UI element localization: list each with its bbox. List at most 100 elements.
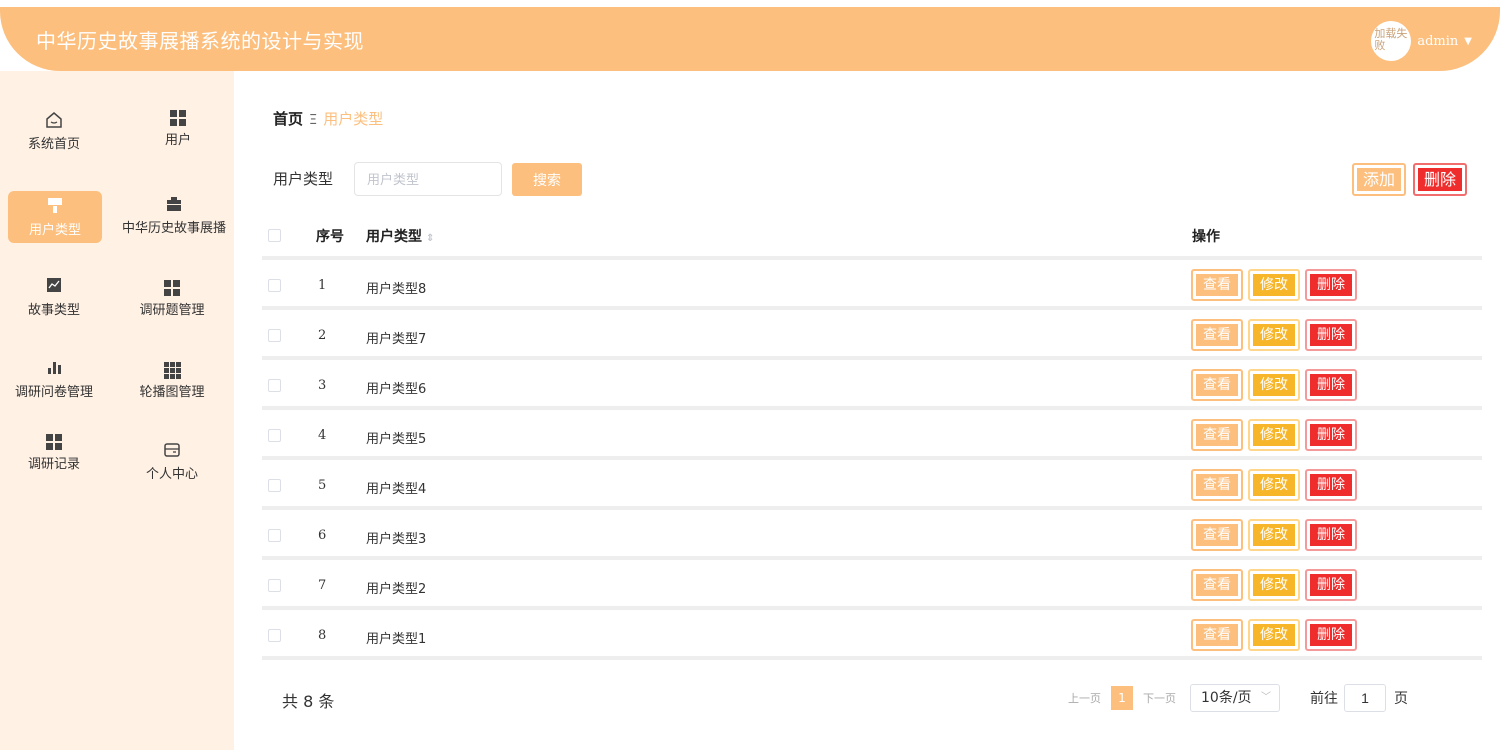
sidebar-item-survey-questions[interactable]: 调研题管理 <box>118 277 226 333</box>
row-actions: 查看 修改 删除 <box>1191 369 1357 401</box>
breadcrumb-separator: Ξ <box>309 113 318 128</box>
table-row: 6 用户类型3 查看 修改 删除 <box>262 510 1482 560</box>
page-size-select[interactable]: 10条/页 ﹀ <box>1190 684 1280 712</box>
edit-button-label: 修改 <box>1253 474 1295 496</box>
breadcrumb-home[interactable]: 首页 <box>273 110 303 128</box>
row-name: 用户类型7 <box>366 332 427 347</box>
table-row: 2 用户类型7 查看 修改 删除 <box>262 310 1482 360</box>
search-label: 用户类型 <box>273 170 334 188</box>
sidebar-item-profile[interactable]: 个人中心 <box>118 441 226 497</box>
edit-button-label: 修改 <box>1253 524 1295 546</box>
row-name: 用户类型8 <box>366 282 427 297</box>
row-actions: 查看 修改 删除 <box>1191 319 1357 351</box>
delete-button-label: 删除 <box>1310 324 1352 346</box>
goto-page-input[interactable] <box>1344 684 1386 712</box>
row-checkbox[interactable] <box>268 429 281 442</box>
row-checkbox[interactable] <box>268 529 281 542</box>
sidebar-item-carousel[interactable]: 轮播图管理 <box>118 359 226 415</box>
view-button[interactable]: 查看 <box>1191 619 1243 651</box>
username[interactable]: admin <box>1417 34 1458 49</box>
delete-button[interactable]: 删除 <box>1305 619 1357 651</box>
edit-button-label: 修改 <box>1253 574 1295 596</box>
edit-button[interactable]: 修改 <box>1248 319 1300 351</box>
edit-button[interactable]: 修改 <box>1248 269 1300 301</box>
delete-button[interactable]: 删除 <box>1305 569 1357 601</box>
edit-button[interactable]: 修改 <box>1248 369 1300 401</box>
row-name: 用户类型4 <box>366 482 427 497</box>
edit-button[interactable]: 修改 <box>1248 519 1300 551</box>
sidebar-item-story-show[interactable]: 中华历史故事展播 <box>114 195 234 251</box>
sidebar-item-label: 系统首页 <box>27 137 80 152</box>
delete-button[interactable]: 删除 <box>1305 269 1357 301</box>
prev-page-button[interactable]: 上一页 <box>1068 690 1101 706</box>
row-name: 用户类型5 <box>366 432 427 447</box>
view-button[interactable]: 查看 <box>1191 269 1243 301</box>
avatar[interactable]: 加载失败 <box>1371 21 1412 61</box>
sidebar: 系统首页 用户 用户类型 中华历史故事展播 故事类型 调研题管理 调研问卷管理 … <box>0 71 234 750</box>
delete-button[interactable]: 删除 <box>1305 369 1357 401</box>
row-checkbox[interactable] <box>268 329 281 342</box>
select-all-checkbox[interactable] <box>268 229 281 242</box>
sidebar-item-questionnaires[interactable]: 调研问卷管理 <box>0 359 108 415</box>
table-body: 1 用户类型8 查看 修改 删除 2 用户类型7 查看 修改 删除 3 用户类型6 查看 修改 删除 4 用户类… <box>262 260 1482 660</box>
edit-button[interactable]: 修改 <box>1248 569 1300 601</box>
delete-button[interactable]: 删除 <box>1305 319 1357 351</box>
page-number-current[interactable]: 1 <box>1111 686 1133 710</box>
header-name[interactable]: 用户类型 ⇕ <box>366 226 434 246</box>
row-actions: 查看 修改 删除 <box>1191 419 1357 451</box>
sidebar-item-label: 个人中心 <box>145 467 198 482</box>
view-button[interactable]: 查看 <box>1191 569 1243 601</box>
sidebar-item-users[interactable]: 用户 <box>124 107 232 163</box>
edit-button[interactable]: 修改 <box>1248 469 1300 501</box>
grid-icon <box>118 277 226 299</box>
view-button-label: 查看 <box>1196 474 1238 496</box>
row-checkbox[interactable] <box>268 279 281 292</box>
view-button[interactable]: 查看 <box>1191 519 1243 551</box>
breadcrumb: 首页 Ξ 用户类型 <box>273 108 383 129</box>
row-checkbox[interactable] <box>268 629 281 642</box>
chart-icon <box>0 277 108 299</box>
add-button[interactable]: 添加 <box>1352 163 1406 196</box>
sort-icon[interactable]: ⇕ <box>426 233 434 244</box>
sidebar-item-home[interactable]: 系统首页 <box>0 111 108 167</box>
row-checkbox[interactable] <box>268 579 281 592</box>
edit-button[interactable]: 修改 <box>1248 619 1300 651</box>
brush-icon <box>8 197 102 219</box>
next-page-button[interactable]: 下一页 <box>1143 690 1176 706</box>
delete-button[interactable]: 删除 <box>1305 469 1357 501</box>
total-count: 共 8 条 <box>282 692 335 711</box>
header-index: 序号 <box>316 229 344 245</box>
delete-button[interactable]: 删除 <box>1305 419 1357 451</box>
row-index: 7 <box>318 578 327 593</box>
sidebar-item-user-type[interactable]: 用户类型 <box>8 191 102 243</box>
row-checkbox[interactable] <box>268 479 281 492</box>
user-menu[interactable]: 加载失败 admin ▼ <box>1371 21 1472 61</box>
header-name-label: 用户类型 <box>366 229 422 245</box>
edit-button-label: 修改 <box>1253 324 1295 346</box>
row-name: 用户类型1 <box>366 632 427 647</box>
view-button[interactable]: 查看 <box>1191 319 1243 351</box>
view-button[interactable]: 查看 <box>1191 419 1243 451</box>
row-checkbox[interactable] <box>268 379 281 392</box>
sidebar-item-survey-records[interactable]: 调研记录 <box>0 431 108 487</box>
sidebar-item-label: 调研问卷管理 <box>14 385 93 400</box>
pagination: 上一页 1 下一页 10条/页 ﹀ 前往 页 <box>1068 684 1408 712</box>
search-button[interactable]: 搜索 <box>512 163 582 196</box>
batch-delete-button[interactable]: 删除 <box>1413 163 1467 196</box>
table-row: 7 用户类型2 查看 修改 删除 <box>262 560 1482 610</box>
row-name: 用户类型2 <box>366 582 427 597</box>
delete-button-label: 删除 <box>1310 524 1352 546</box>
view-button[interactable]: 查看 <box>1191 369 1243 401</box>
table-row: 4 用户类型5 查看 修改 删除 <box>262 410 1482 460</box>
caret-down-icon[interactable]: ▼ <box>1464 36 1472 47</box>
sidebar-item-story-type[interactable]: 故事类型 <box>0 277 108 333</box>
row-index: 8 <box>318 628 327 643</box>
goto-unit: 页 <box>1394 691 1408 707</box>
edit-button-label: 修改 <box>1253 274 1295 296</box>
delete-button[interactable]: 删除 <box>1305 519 1357 551</box>
view-button[interactable]: 查看 <box>1191 469 1243 501</box>
delete-button-label: 删除 <box>1310 474 1352 496</box>
edit-button[interactable]: 修改 <box>1248 419 1300 451</box>
delete-button-label: 删除 <box>1310 274 1352 296</box>
search-input[interactable] <box>354 162 502 196</box>
